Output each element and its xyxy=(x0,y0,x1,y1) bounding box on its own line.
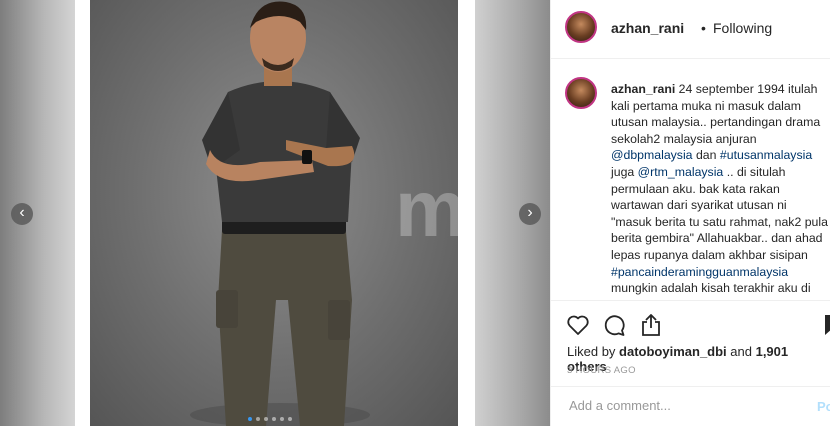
following-button[interactable]: Following xyxy=(713,20,772,36)
post-media-carousel: mStar ‹ › xyxy=(0,0,550,426)
username-link[interactable]: azhan_rani xyxy=(611,20,684,36)
speech-bubble-icon[interactable] xyxy=(602,313,626,337)
post-details-panel: azhan_rani • Following azhan_rani 24 sep… xyxy=(550,0,830,426)
mstar-watermark: mStar xyxy=(395,164,458,253)
carousel-dot xyxy=(288,417,292,421)
comment-input[interactable] xyxy=(567,397,771,414)
carousel-dot xyxy=(248,417,252,421)
add-comment-bar: Po xyxy=(551,386,830,427)
divider xyxy=(458,0,475,426)
hashtag-link[interactable]: @rtm_malaysia xyxy=(638,165,724,179)
bookmark-icon[interactable] xyxy=(821,313,830,337)
next-arrow-icon[interactable]: › xyxy=(519,203,541,225)
carousel-dots xyxy=(248,417,292,421)
post-caption: azhan_rani 24 september 1994 itulah kali… xyxy=(611,81,829,297)
liked-by-user-link[interactable]: datoboyiman_dbi xyxy=(619,344,727,359)
heart-outline-icon[interactable] xyxy=(566,313,590,337)
post-actions: Liked by datoboyiman_dbi and 1,901 other… xyxy=(551,300,830,386)
hashtag-link[interactable]: #utusanmalaysia xyxy=(720,148,812,162)
timestamp: 3 HOURS AGO xyxy=(567,365,636,376)
caption-text: 24 september 1994 itulah kali pertama mu… xyxy=(611,82,830,295)
hashtag-link[interactable]: #pancainderamingguanmalaysia xyxy=(611,265,788,279)
carousel-dot xyxy=(272,417,276,421)
share-upload-icon[interactable] xyxy=(639,313,663,337)
carousel-dot xyxy=(280,417,284,421)
caption-segment: .. di situlah permulaan aku. bak kata ra… xyxy=(611,164,828,262)
caption-area: azhan_rani 24 september 1994 itulah kali… xyxy=(551,59,830,299)
avatar[interactable] xyxy=(565,77,597,109)
carousel-dot xyxy=(264,417,268,421)
caption-username[interactable]: azhan_rani xyxy=(611,82,675,96)
likes-and: and xyxy=(726,344,756,359)
avatar[interactable] xyxy=(565,11,597,43)
previous-arrow-icon[interactable]: ‹ xyxy=(11,203,33,225)
separator-dot: • xyxy=(701,20,706,36)
caption-segment: dan xyxy=(692,148,720,163)
post-comment-button[interactable]: Po xyxy=(817,399,830,414)
hashtag-link[interactable]: @dbpmalaysia xyxy=(611,148,693,162)
divider xyxy=(75,0,90,426)
post-photo: mStar xyxy=(90,0,458,426)
post-header: azhan_rani • Following xyxy=(551,0,830,59)
carousel-dot xyxy=(256,417,260,421)
likes-prefix: Liked by xyxy=(567,344,620,359)
